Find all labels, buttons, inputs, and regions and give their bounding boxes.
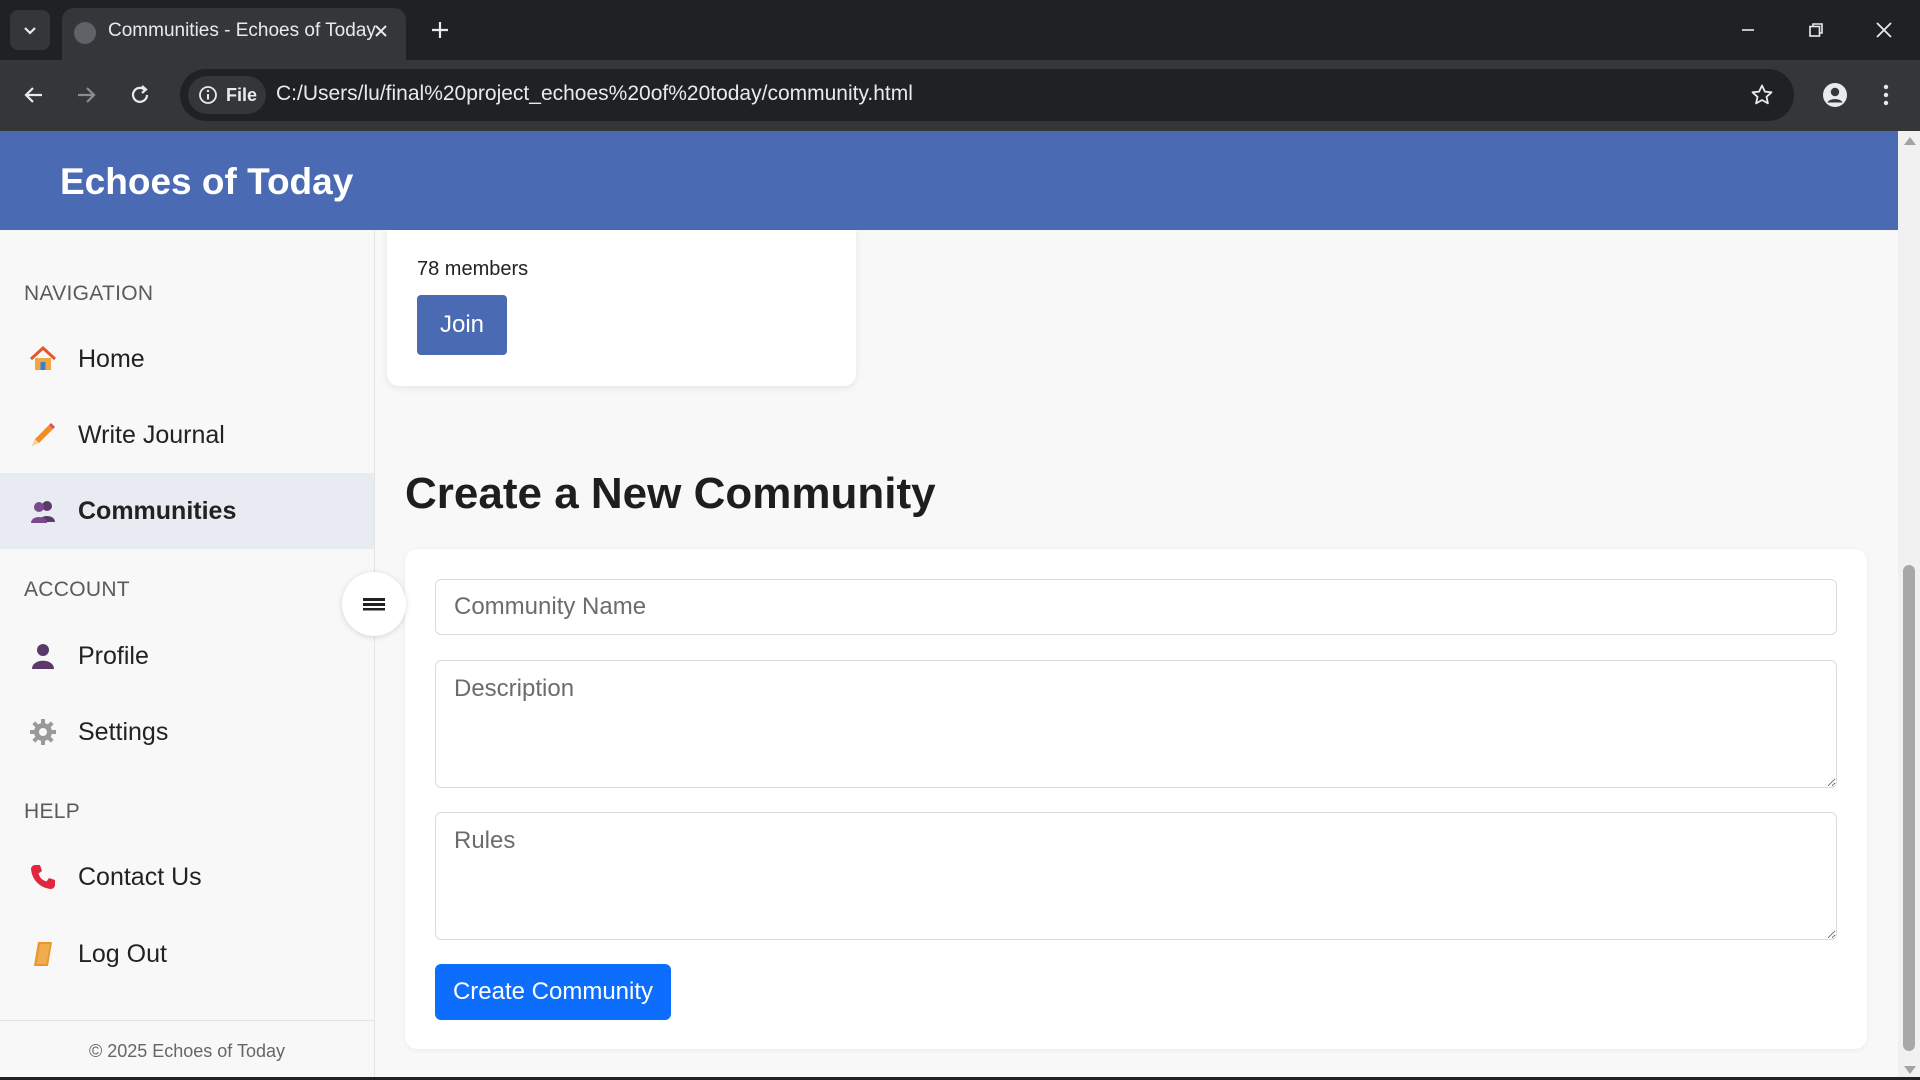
menu-icon — [363, 598, 385, 611]
sidebar-item-settings[interactable]: Settings — [0, 694, 374, 770]
sidebar-item-label: Write Journal — [78, 420, 225, 449]
more-vertical-icon — [1883, 84, 1889, 106]
sidebar-item-communities[interactable]: Communities — [0, 473, 374, 549]
minimize-button[interactable] — [1720, 6, 1776, 54]
arrow-right-icon — [78, 87, 96, 103]
browser-menu-button[interactable] — [1866, 73, 1906, 117]
site-chip-label: File — [226, 84, 258, 105]
sidebar-footer: © 2025 Echoes of Today — [0, 1020, 374, 1080]
sidebar-item-label: Communities — [78, 496, 237, 525]
close-icon — [375, 25, 387, 37]
section-label-navigation: NAVIGATION — [24, 282, 154, 305]
close-icon — [1876, 22, 1892, 38]
sidebar-item-write-journal[interactable]: Write Journal — [0, 397, 374, 473]
restore-icon — [1809, 23, 1823, 37]
sidebar: NAVIGATION Home Write Journal Communitie… — [0, 230, 375, 1080]
sidebar-toggle-button[interactable] — [342, 572, 406, 636]
star-icon — [1751, 84, 1773, 105]
member-count: 78 members — [417, 258, 529, 280]
create-community-button[interactable]: Create Community — [435, 964, 671, 1020]
tab-title: Communities - Echoes of Today — [108, 20, 376, 41]
community-name-input[interactable] — [435, 579, 1837, 635]
scroll-up-arrow[interactable] — [1904, 137, 1916, 145]
browser-tab[interactable]: Communities - Echoes of Today — [62, 8, 406, 60]
account-icon — [1823, 83, 1847, 107]
page-title: Create a New Community — [405, 469, 936, 518]
user-icon — [28, 641, 58, 671]
forward-button[interactable] — [64, 73, 108, 117]
site-title[interactable]: Echoes of Today — [60, 161, 353, 203]
sidebar-item-label: Contact Us — [78, 862, 202, 891]
sidebar-item-label: Settings — [78, 717, 169, 746]
gear-icon — [28, 717, 58, 747]
bookmark-button[interactable] — [1746, 79, 1778, 111]
info-icon — [199, 86, 217, 104]
site-header: Echoes of Today — [0, 131, 1898, 230]
join-button[interactable]: Join — [417, 295, 507, 355]
create-community-form: Create Community — [405, 549, 1867, 1049]
sidebar-item-label: Log Out — [78, 939, 167, 968]
browser-toolbar: File C:/Users/lu/final%20project_echoes%… — [0, 60, 1920, 131]
reload-button[interactable] — [118, 73, 162, 117]
new-tab-button[interactable] — [422, 12, 458, 48]
scrollbar-thumb[interactable] — [1903, 565, 1915, 1051]
arrow-left-icon — [24, 87, 42, 103]
back-button[interactable] — [12, 73, 56, 117]
page-scrollbar[interactable] — [1898, 131, 1920, 1080]
rules-textarea[interactable] — [435, 812, 1837, 940]
scroll-down-arrow[interactable] — [1904, 1066, 1916, 1074]
sidebar-item-log-out[interactable]: Log Out — [0, 916, 374, 992]
sidebar-item-contact-us[interactable]: Contact Us — [0, 839, 374, 915]
sidebar-item-label: Profile — [78, 641, 149, 670]
description-textarea[interactable] — [435, 660, 1837, 788]
browser-titlebar: Communities - Echoes of Today — [0, 0, 1920, 60]
minimize-icon — [1742, 29, 1754, 31]
page-viewport: Echoes of Today NAVIGATION Home Write Jo… — [0, 131, 1898, 1080]
tab-close-button[interactable] — [366, 16, 396, 46]
phone-icon — [28, 862, 58, 892]
globe-icon — [74, 22, 96, 44]
pencil-icon — [28, 420, 58, 450]
sidebar-item-label: Home — [78, 344, 145, 373]
address-bar[interactable]: File C:/Users/lu/final%20project_echoes%… — [180, 69, 1794, 121]
site-info-chip[interactable]: File — [188, 76, 266, 114]
window-close-button[interactable] — [1856, 6, 1912, 54]
users-icon — [28, 496, 58, 526]
home-icon — [28, 344, 58, 374]
sidebar-item-profile[interactable]: Profile — [0, 618, 374, 694]
section-label-help: HELP — [24, 800, 81, 823]
logout-icon — [28, 939, 58, 969]
profile-button[interactable] — [1813, 73, 1857, 117]
section-label-account: ACCOUNT — [24, 578, 130, 601]
tab-list-button[interactable] — [10, 10, 50, 50]
url-text: C:/Users/lu/final%20project_echoes%20of%… — [276, 82, 913, 105]
chevron-down-icon — [24, 27, 36, 35]
reload-icon — [131, 85, 149, 103]
community-card: 78 members Join — [387, 230, 856, 386]
sidebar-item-home[interactable]: Home — [0, 321, 374, 397]
plus-icon — [432, 22, 448, 38]
restore-button[interactable] — [1788, 6, 1844, 54]
